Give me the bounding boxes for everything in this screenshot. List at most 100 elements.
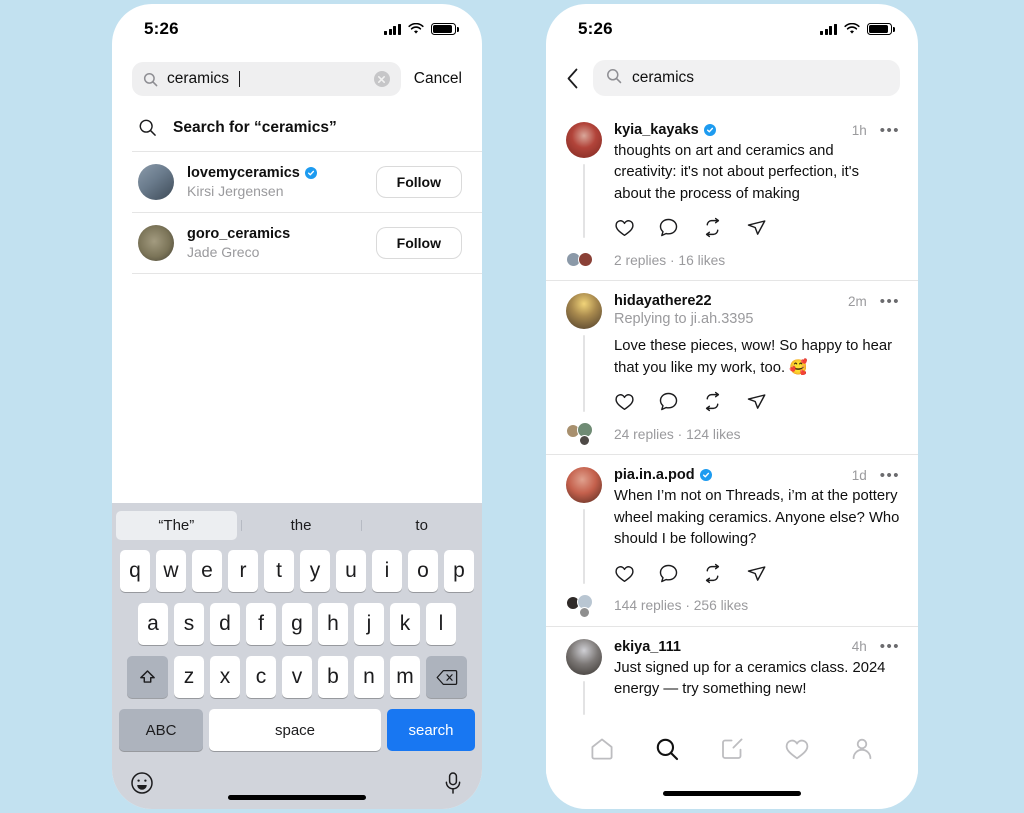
key-b[interactable]: b [318, 656, 348, 698]
compose-icon[interactable] [719, 736, 745, 762]
reply-comment-icon[interactable] [658, 391, 679, 412]
share-icon[interactable] [746, 217, 767, 238]
thread-post[interactable]: hidayathere22 2m ••• Replying to ji.ah.3… [546, 281, 918, 455]
account-texts: lovemyceramics Kirsi Jergensen [187, 165, 363, 199]
search-input[interactable]: ceramics [132, 62, 401, 96]
repost-icon[interactable] [702, 391, 723, 412]
key-i[interactable]: i [372, 550, 402, 592]
key-s[interactable]: s [174, 603, 204, 645]
avatar[interactable] [566, 293, 602, 330]
key-d[interactable]: d [210, 603, 240, 645]
repost-icon[interactable] [702, 217, 723, 238]
more-dots-icon[interactable]: ••• [880, 639, 900, 654]
account-result-row[interactable]: goro_ceramics Jade Greco Follow [112, 213, 482, 273]
key-p[interactable]: p [444, 550, 474, 592]
repost-icon[interactable] [702, 563, 723, 584]
like-heart-icon[interactable] [614, 391, 635, 412]
key-g[interactable]: g [282, 603, 312, 645]
search-key[interactable]: search [387, 709, 475, 751]
account-result-row[interactable]: lovemyceramics Kirsi Jergensen Follow [112, 152, 482, 212]
search-icon[interactable] [654, 736, 680, 762]
key-x[interactable]: x [210, 656, 240, 698]
search-for-row[interactable]: Search for “ceramics” [112, 106, 482, 151]
post-body: pia.in.a.pod 1d ••• When I’m not on Thre… [614, 467, 900, 583]
key-a[interactable]: a [138, 603, 168, 645]
account-handle: lovemyceramics [187, 165, 363, 181]
key-r[interactable]: r [228, 550, 258, 592]
shift-arrow-icon[interactable] [127, 656, 168, 698]
avatar [579, 606, 590, 618]
follow-button[interactable]: Follow [375, 227, 462, 259]
key-k[interactable]: k [390, 603, 420, 645]
post-author-handle[interactable]: hidayathere22 [614, 293, 712, 309]
clear-circle-icon[interactable] [373, 71, 390, 87]
thread-connector-line [583, 164, 585, 239]
post-text: Love these pieces, wow! So happy to hear… [614, 338, 893, 376]
key-m[interactable]: m [390, 656, 420, 698]
like-heart-icon[interactable] [614, 563, 635, 584]
keyboard-rows: q w e r t y u i o p a s d f g h j k l z … [112, 547, 482, 751]
key-t[interactable]: t [264, 550, 294, 592]
reply-comment-icon[interactable] [658, 217, 679, 238]
suggestion-chip[interactable]: the [240, 511, 362, 540]
share-icon[interactable] [746, 563, 767, 584]
avatar[interactable] [138, 225, 174, 261]
key-o[interactable]: o [408, 550, 438, 592]
avatar[interactable] [138, 164, 174, 200]
key-f[interactable]: f [246, 603, 276, 645]
key-h[interactable]: h [318, 603, 348, 645]
post-footer[interactable]: 2 replies · 16 likes [566, 250, 900, 270]
post-author-handle[interactable]: kyia_kayaks [614, 122, 699, 138]
microphone-icon[interactable] [442, 771, 464, 795]
account-name: Kirsi Jergensen [187, 183, 284, 199]
verified-badge-icon [699, 469, 712, 482]
follow-button[interactable]: Follow [375, 166, 462, 198]
home-icon[interactable] [589, 736, 615, 762]
post-actions [614, 563, 900, 584]
post-author-handle[interactable]: ekiya_111 [614, 639, 681, 655]
wifi-icon [408, 23, 424, 35]
post-footer[interactable]: 24 replies · 124 likes [566, 422, 900, 447]
suggestion-chip[interactable]: to [361, 511, 482, 540]
avatar[interactable] [566, 467, 602, 504]
status-bar-right: 5:26 [546, 4, 918, 48]
post-text: Just signed up for a ceramics class. 202… [614, 659, 886, 698]
key-y[interactable]: y [300, 550, 330, 592]
search-icon [606, 68, 622, 89]
key-z[interactable]: z [174, 656, 204, 698]
post-author-handle[interactable]: pia.in.a.pod [614, 467, 695, 483]
emoji-smiley-icon[interactable] [130, 771, 154, 795]
search-input[interactable]: ceramics [593, 60, 900, 96]
abc-key[interactable]: ABC [119, 709, 203, 751]
key-j[interactable]: j [354, 603, 384, 645]
avatar[interactable] [566, 122, 602, 158]
thread-post[interactable]: ekiya_111 4h ••• Just signed up for a ce… [546, 626, 918, 725]
key-u[interactable]: u [336, 550, 366, 592]
activity-heart-icon[interactable] [784, 736, 810, 762]
key-e[interactable]: e [192, 550, 222, 592]
more-dots-icon[interactable]: ••• [880, 294, 900, 309]
post-footer[interactable]: 144 replies · 256 likes [566, 593, 900, 618]
cancel-button[interactable]: Cancel [414, 70, 464, 88]
key-q[interactable]: q [120, 550, 150, 592]
key-n[interactable]: n [354, 656, 384, 698]
key-w[interactable]: w [156, 550, 186, 592]
more-dots-icon[interactable]: ••• [880, 468, 900, 483]
keyboard-row-4: ABC space search [115, 709, 479, 751]
like-heart-icon[interactable] [614, 217, 635, 238]
key-c[interactable]: c [246, 656, 276, 698]
back-chevron-icon[interactable] [566, 68, 579, 89]
suggestion-chip[interactable]: “The” [116, 510, 237, 540]
key-l[interactable]: l [426, 603, 456, 645]
key-v[interactable]: v [282, 656, 312, 698]
reply-comment-icon[interactable] [658, 563, 679, 584]
backspace-icon[interactable] [426, 656, 467, 698]
thread-post[interactable]: pia.in.a.pod 1d ••• When I’m not on Thre… [546, 455, 918, 626]
share-icon[interactable] [746, 391, 767, 412]
avatar[interactable] [566, 638, 602, 675]
post-header: kyia_kayaks 1h ••• [614, 122, 900, 138]
more-dots-icon[interactable]: ••• [880, 123, 900, 138]
space-key[interactable]: space [209, 709, 381, 751]
thread-post[interactable]: kyia_kayaks 1h ••• thoughts on art and c… [546, 110, 918, 281]
profile-icon[interactable] [849, 736, 875, 762]
